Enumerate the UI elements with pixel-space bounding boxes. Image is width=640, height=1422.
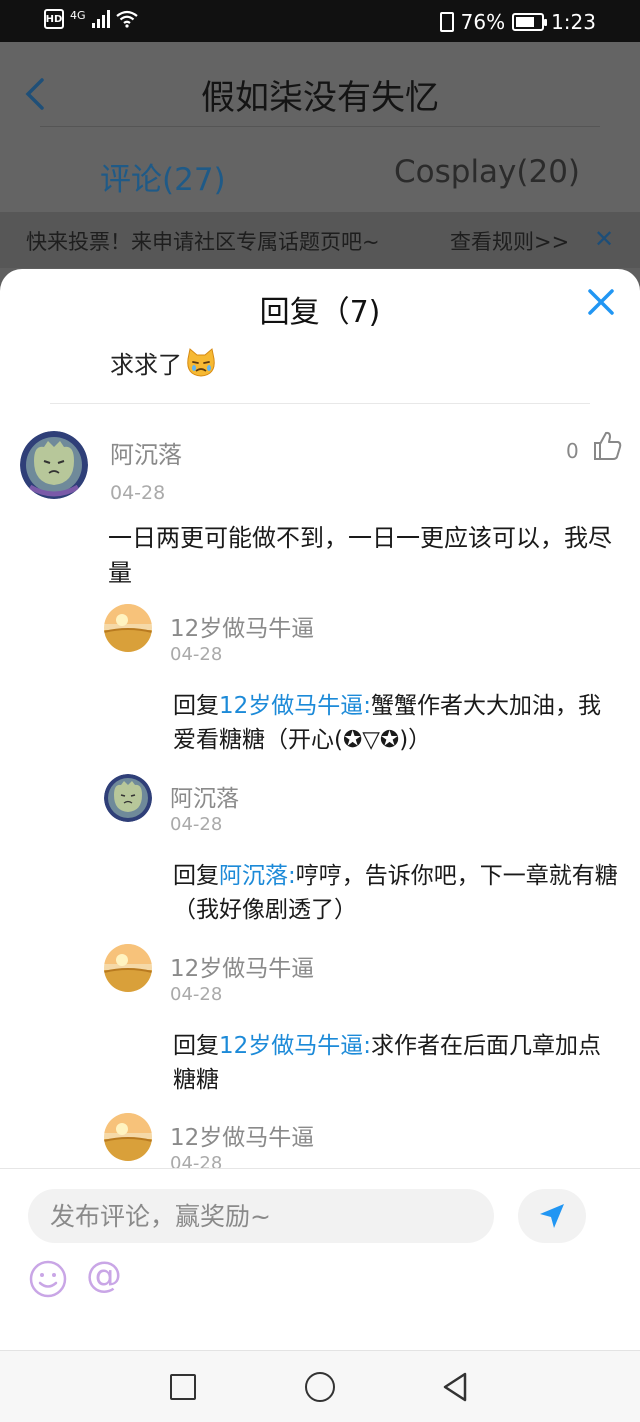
emoji-icon[interactable]	[28, 1259, 68, 1299]
reply-author[interactable]: 12岁做马牛逼	[170, 609, 314, 643]
mention-link[interactable]: 12岁做马牛逼:	[219, 693, 371, 719]
mention-link[interactable]: 12岁做马牛逼:	[219, 1033, 371, 1059]
reply-body: 回复阿沉落:哼哼，告诉你吧，下一章就有糖（我好像剧透了）	[173, 859, 623, 927]
signal-icon	[91, 10, 110, 28]
tab-cosplay[interactable]: Cosplay(20)	[394, 154, 580, 190]
reply-avatar[interactable]	[104, 604, 152, 652]
tab-bar: 评论(27) Cosplay(20)	[0, 150, 640, 212]
reply-date: 04-28	[170, 984, 223, 1005]
reply-author[interactable]: 12岁做马牛逼	[170, 1118, 314, 1152]
hd-icon: HD	[44, 9, 64, 29]
mention-at-button[interactable]: @	[86, 1255, 122, 1296]
reply-body: 回复12岁做马牛逼:求作者在后面几章加点糖糖	[173, 1029, 623, 1097]
reply-avatar[interactable]	[104, 944, 152, 992]
promo-banner: 快来投票！来申请社区专属话题页吧~ 查看规则>> ✕	[0, 212, 640, 268]
quoted-text: 求求了	[110, 351, 182, 379]
send-button[interactable]	[518, 1189, 586, 1243]
reply-body: 回复12岁做马牛逼:蟹蟹作者大大加油，我爱看糖糖（开心(✪▽✪)）	[173, 689, 623, 757]
tab-comments[interactable]: 评论(27)	[100, 154, 226, 199]
comment-body: 一日两更可能做不到，一日一更应该可以，我尽量	[108, 524, 612, 587]
battery-icon	[512, 13, 548, 31]
sheet-title: 回复（7)	[259, 295, 381, 330]
reply-author[interactable]: 12岁做马牛逼	[170, 949, 314, 983]
avatar-sunset-image	[104, 1113, 152, 1161]
thumbs-up-icon[interactable]	[592, 429, 622, 461]
divider	[50, 403, 590, 404]
nav-back-icon[interactable]	[440, 1371, 470, 1403]
reply-prefix: 回复	[173, 1033, 219, 1059]
avatar[interactable]	[20, 431, 88, 499]
clock: 1:23	[551, 10, 596, 34]
vibrate-icon	[439, 12, 454, 32]
banner-text: 快来投票！来申请社区专属话题页吧~	[26, 230, 380, 254]
reply-date: 04-28	[170, 814, 223, 835]
comment-composer: @	[0, 1168, 640, 1350]
close-icon[interactable]	[586, 287, 616, 317]
top-app-bar: 假如柒没有失忆	[0, 42, 640, 126]
quoted-comment: 求求了	[110, 345, 218, 380]
reply-avatar[interactable]	[104, 774, 152, 822]
reply-prefix: 回复	[173, 863, 219, 889]
avatar-cat-image	[20, 431, 88, 499]
avatar-cat-image	[104, 774, 152, 822]
avatar-sunset-image	[104, 944, 152, 992]
home-icon[interactable]	[305, 1372, 335, 1402]
reply-date: 04-28	[170, 644, 223, 665]
network-type: 4G	[70, 8, 86, 22]
reply-author[interactable]: 阿沉落	[170, 779, 239, 813]
wifi-icon	[115, 10, 138, 28]
comment-input[interactable]	[28, 1189, 494, 1243]
recents-icon[interactable]	[170, 1374, 196, 1400]
header-divider	[40, 126, 600, 127]
reply-avatar[interactable]	[104, 1113, 152, 1161]
reply-prefix: 回复	[173, 693, 219, 719]
comment-author[interactable]: 阿沉落	[110, 435, 182, 470]
battery-percent: 76%	[460, 10, 506, 34]
comment-date: 04-28	[110, 482, 166, 504]
status-bar: HD 4G 76% 1:23	[0, 0, 640, 42]
send-icon	[540, 1204, 564, 1228]
system-nav-bar	[0, 1350, 640, 1422]
banner-close-icon[interactable]: ✕	[594, 225, 614, 253]
crying-cat-emoji-icon	[187, 347, 215, 377]
avatar-sunset-image	[104, 604, 152, 652]
page-title: 假如柒没有失忆	[201, 78, 439, 118]
view-rules-link[interactable]: 查看规则>>	[450, 226, 569, 256]
like-count: 0	[566, 439, 579, 463]
mention-link[interactable]: 阿沉落:	[219, 863, 296, 889]
